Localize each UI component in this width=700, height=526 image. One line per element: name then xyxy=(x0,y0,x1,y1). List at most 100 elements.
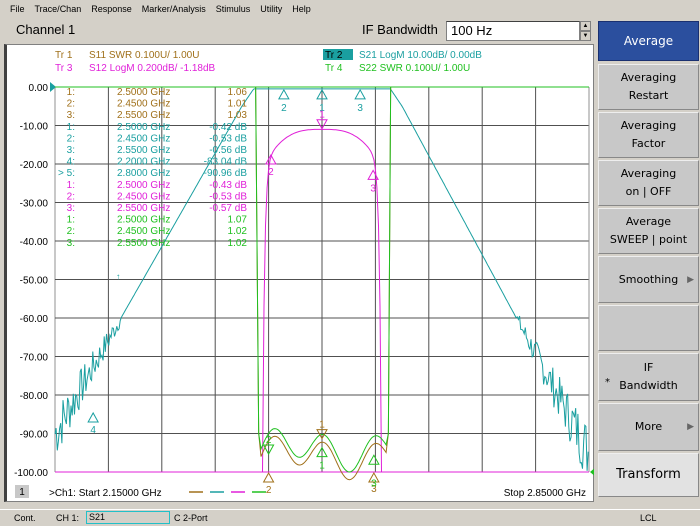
submenu-arrow-icon: ▶ xyxy=(687,422,694,432)
submenu-arrow-icon: ▶ xyxy=(687,274,694,285)
softkey-label: Restart xyxy=(628,89,669,102)
softkey-label: Factor xyxy=(631,137,666,150)
softkey-label: Averaging xyxy=(620,71,677,84)
marker-row-freq: 2.5500 GHz xyxy=(117,110,170,121)
menu-stimulus[interactable]: Stimulus xyxy=(211,4,256,14)
menu-response[interactable]: Response xyxy=(86,4,137,14)
softkey-label: SWEEP | point xyxy=(609,233,688,246)
trace-1-header-desc: S11 SWR 0.100U/ 1.00U xyxy=(89,50,199,61)
channel-status: CH 1: xyxy=(56,513,80,523)
softkey-label: Averaging xyxy=(620,119,677,132)
marker-row-value: -0.56 dB xyxy=(209,145,247,156)
trace-headers: Tr 1 S11 SWR 0.100U/ 1.00U Tr 2 S21 LogM 10… xyxy=(55,49,482,74)
spin-down-button[interactable]: ▼ xyxy=(580,31,591,41)
marker-row-num: 3: xyxy=(67,145,75,156)
marker-row-value: -0.53 dB xyxy=(209,191,247,202)
s22-marker-3-label: 3 xyxy=(371,478,377,489)
softkey-averaging-restart[interactable]: Averaging Restart xyxy=(598,64,699,110)
if-bandwidth-spinner: ▲ ▼ xyxy=(580,21,591,41)
measurement-plot: 0.00 -10.00 -20.00 -30.00 -40.00 -50.00 -60.00… xyxy=(14,49,594,499)
if-bandwidth-input[interactable]: 100 Hz xyxy=(446,21,580,41)
menu-marker-analysis[interactable]: Marker/Analysis xyxy=(137,4,211,14)
y-tick-label: -60.00 xyxy=(20,314,49,325)
marker-row-value: -0.57 dB xyxy=(209,203,247,214)
marker-row-freq: 2.5500 GHz xyxy=(117,145,170,156)
s21-marker-3-icon xyxy=(354,88,366,100)
marker-row-value: 1.02 xyxy=(228,226,248,237)
softkey-smoothing[interactable]: Smoothing ▶ xyxy=(598,256,699,303)
calibration-status: C 2-Port xyxy=(174,513,208,523)
softkey-label: IF xyxy=(643,361,654,374)
marker-row-num: 4: xyxy=(67,157,75,168)
menu-help[interactable]: Help xyxy=(287,4,316,14)
active-star-icon: * xyxy=(605,377,610,388)
s22-marker-3-icon xyxy=(368,454,380,465)
s22-marker-2-label: 2 xyxy=(266,435,272,446)
y-tick-label: 0.00 xyxy=(29,83,49,94)
menu-utility[interactable]: Utility xyxy=(255,4,287,14)
y-tick-label: -80.00 xyxy=(20,391,49,402)
softkey-if-bandwidth[interactable]: IF Bandwidth * xyxy=(598,353,699,401)
y-axis-ticks: 0.00 -10.00 -20.00 -30.00 -40.00 -50.00 -60.00… xyxy=(14,82,56,479)
softkey-label: on | OFF xyxy=(625,185,672,198)
marker-row-value: -90.96 dB xyxy=(204,168,248,179)
softkey-average-sweep-point[interactable]: Average SWEEP | point xyxy=(598,208,699,254)
marker-row-value: 1.06 xyxy=(228,87,248,98)
softkey-more[interactable]: More ▶ xyxy=(598,403,699,451)
marker-row-num: 3: xyxy=(67,203,75,214)
scale-ref-icon xyxy=(590,468,594,476)
plot-footer: 1 >Ch1: Start 2.15000 GHz Stop 2.85000 GHz xyxy=(15,485,586,499)
softkey-label: Transform xyxy=(616,467,681,482)
y-tick-label: -30.00 xyxy=(20,199,49,210)
marker-row-num: 2: xyxy=(67,99,75,110)
menu-file[interactable]: File xyxy=(0,4,30,14)
softkey-average[interactable]: Average xyxy=(598,21,699,61)
softkey-averaging-factor[interactable]: Averaging Factor xyxy=(598,112,699,158)
marker-row-value: 1.01 xyxy=(228,99,248,110)
s21-marker-2-icon xyxy=(278,88,290,100)
y-tick-label: -20.00 xyxy=(20,160,49,171)
y-tick-label: -10.00 xyxy=(20,122,49,133)
plot-frame: 0.00 -10.00 -20.00 -30.00 -40.00 -50.00 -60.00… xyxy=(4,44,594,502)
y-tick-label: -50.00 xyxy=(20,276,49,287)
marker-row-num: 2: xyxy=(67,133,75,144)
y-tick-label: -40.00 xyxy=(20,237,49,248)
marker-row-freq: 2.4500 GHz xyxy=(117,226,170,237)
menu-trace-chan[interactable]: Trace/Chan xyxy=(30,4,87,14)
marker-row-num: 1: xyxy=(67,87,75,98)
marker-row-freq: 2.4500 GHz xyxy=(117,99,170,110)
softkey-averaging-on-off[interactable]: Averaging on | OFF xyxy=(598,160,699,206)
marker-row-freq: 2.8000 GHz xyxy=(117,168,170,179)
s21-marker-4-label: 4 xyxy=(90,425,96,436)
softkey-blank[interactable] xyxy=(598,305,699,351)
stop-frequency-label: Stop 2.85000 GHz xyxy=(504,488,586,499)
spin-up-button[interactable]: ▲ xyxy=(580,21,591,31)
y-tick-label: -70.00 xyxy=(20,353,49,364)
marker-row-value: -0.43 dB xyxy=(209,180,247,191)
marker-row-num: 1: xyxy=(67,122,75,133)
trace-3-header-id: Tr 3 xyxy=(55,63,73,74)
s21-marker-3-label: 3 xyxy=(357,103,363,114)
marker-row-freq: 2.5000 GHz xyxy=(117,215,170,226)
status-bar: Cont. CH 1: S21 C 2-Port LCL xyxy=(0,509,700,526)
menu-bar: File Trace/Chan Response Marker/Analysis… xyxy=(0,0,700,18)
marker-row-freq: 2.5000 GHz xyxy=(117,122,170,133)
marker-row-value: -0.42 dB xyxy=(209,122,247,133)
s11-marker-2-icon xyxy=(262,471,275,483)
softkey-label: Smoothing xyxy=(618,272,679,286)
s21-marker-4-icon xyxy=(87,411,99,423)
s12-marker-1-label: 1 xyxy=(319,110,325,121)
active-parameter[interactable]: S21 xyxy=(86,511,170,524)
softkey-label: Average xyxy=(625,215,672,228)
start-frequency-label: >Ch1: Start 2.15000 GHz xyxy=(49,488,162,499)
softkey-transform[interactable]: Transform xyxy=(598,453,699,497)
trace-1-header-id: Tr 1 xyxy=(55,50,73,61)
marker-row-num: > 5: xyxy=(58,168,75,179)
softkey-label: Average xyxy=(623,34,674,48)
s22-marker-1-label: 1 xyxy=(319,461,325,472)
s12-marker-2-label: 2 xyxy=(268,167,274,178)
channel-badge-label: 1 xyxy=(19,487,25,498)
trace-2-header-desc: S21 LogM 10.00dB/ 0.00dB xyxy=(359,50,482,61)
softkey-label: More xyxy=(634,420,663,433)
marker-row-value: 1.03 xyxy=(228,110,248,121)
